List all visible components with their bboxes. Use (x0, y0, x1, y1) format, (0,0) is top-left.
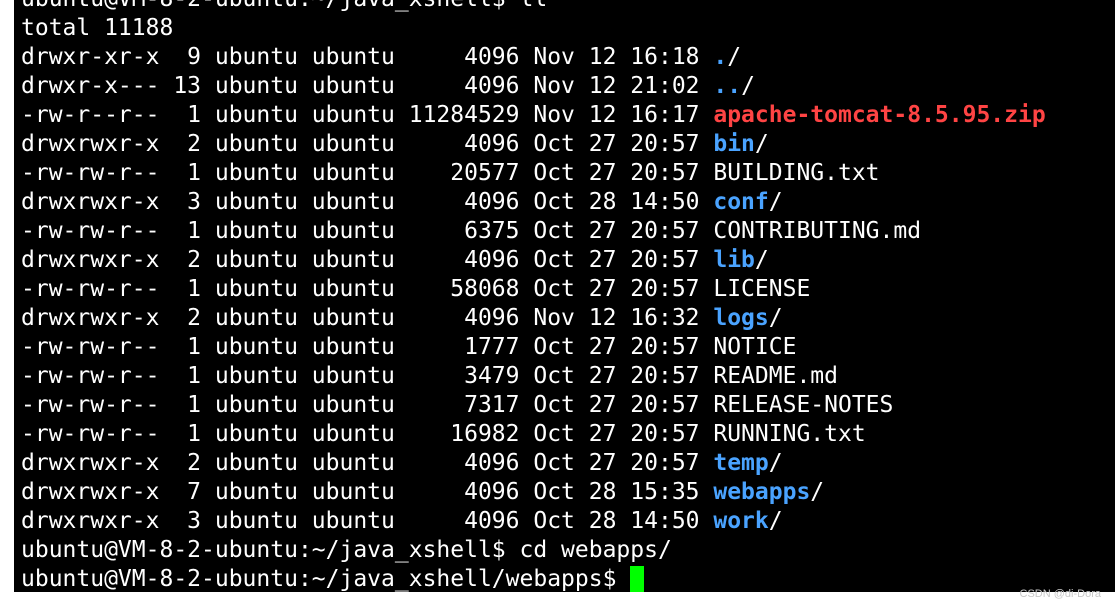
terminal-line: -rw-rw-r-- 1 ubuntu ubuntu 16982 Oct 27 … (21, 420, 1046, 449)
line-text: -rw-rw-r-- 1 ubuntu ubuntu 3479 Oct 27 2… (21, 363, 838, 389)
line-text: drwxr-x--- 13 ubuntu ubuntu 4096 Nov 12 … (21, 73, 714, 99)
line-text: -rw-r--r-- 1 ubuntu ubuntu 11284529 Nov … (21, 102, 714, 128)
line-text: drwxr-xr-x 9 ubuntu ubuntu 4096 Nov 12 1… (21, 44, 714, 70)
terminal-line: -rw-rw-r-- 1 ubuntu ubuntu 20577 Oct 27 … (21, 159, 1046, 188)
directory-name: bin (713, 131, 755, 157)
path-separator: / (727, 44, 742, 70)
path-separator: / (754, 131, 769, 157)
path-separator: / (768, 508, 783, 534)
line-text: drwxrwxr-x 7 ubuntu ubuntu 4096 Oct 28 1… (21, 479, 714, 505)
directory-name: . (713, 44, 728, 70)
line-text: ubuntu@VM-8-2-ubuntu:~/java_xshell/webap… (21, 566, 631, 592)
terminal-line: drwxrwxr-x 2 ubuntu ubuntu 4096 Oct 27 2… (21, 246, 1046, 275)
directory-name: work (713, 508, 769, 534)
line-text: drwxrwxr-x 3 ubuntu ubuntu 4096 Oct 28 1… (21, 189, 714, 215)
directory-name: webapps (713, 479, 811, 505)
path-separator: / (754, 247, 769, 273)
line-text: total 11188 (21, 15, 174, 41)
line-text: drwxrwxr-x 2 ubuntu ubuntu 4096 Oct 27 2… (21, 247, 714, 273)
directory-name: .. (713, 73, 742, 99)
archive-file-name: apache-tomcat-8.5.95.zip (713, 102, 1046, 128)
path-separator: / (768, 305, 783, 331)
terminal-line: -rw-rw-r-- 1 ubuntu ubuntu 7317 Oct 27 2… (21, 391, 1046, 420)
terminal-line: -rw-rw-r-- 1 ubuntu ubuntu 58068 Oct 27 … (21, 275, 1046, 304)
terminal-output: ubuntu@VM-8-2-ubuntu:~/java_xshell$ ll to… (21, 0, 1046, 592)
path-separator: / (768, 189, 783, 215)
terminal-line: drwxrwxr-x 2 ubuntu ubuntu 4096 Oct 27 2… (21, 449, 1046, 478)
directory-name: logs (713, 305, 769, 331)
directory-name: lib (713, 247, 755, 273)
line-text: drwxrwxr-x 3 ubuntu ubuntu 4096 Oct 28 1… (21, 508, 714, 534)
path-separator: / (810, 479, 825, 505)
line-text: ubuntu@VM-8-2-ubuntu:~/java_xshell$ cd w… (21, 537, 672, 563)
line-text: -rw-rw-r-- 1 ubuntu ubuntu 16982 Oct 27 … (21, 421, 866, 447)
terminal-prompt-line: ubuntu@VM-8-2-ubuntu:~/java_xshell/webap… (21, 565, 1046, 592)
terminal-line: drwxrwxr-x 3 ubuntu ubuntu 4096 Oct 28 1… (21, 188, 1046, 217)
line-text: -rw-rw-r-- 1 ubuntu ubuntu 1777 Oct 27 2… (21, 334, 797, 360)
terminal-line: drwxr-x--- 13 ubuntu ubuntu 4096 Nov 12 … (21, 72, 1046, 101)
terminal-window[interactable]: ubuntu@VM-8-2-ubuntu:~/java_xshell$ ll to… (14, 0, 1115, 592)
line-text: -rw-rw-r-- 1 ubuntu ubuntu 7317 Oct 27 2… (21, 392, 894, 418)
terminal-line: -rw-rw-r-- 1 ubuntu ubuntu 3479 Oct 27 2… (21, 362, 1046, 391)
terminal-cursor (630, 566, 645, 592)
line-text: drwxrwxr-x 2 ubuntu ubuntu 4096 Oct 27 2… (21, 450, 714, 476)
terminal-line: drwxrwxr-x 3 ubuntu ubuntu 4096 Oct 28 1… (21, 507, 1046, 536)
directory-name: conf (713, 189, 769, 215)
terminal-line: -rw-rw-r-- 1 ubuntu ubuntu 6375 Oct 27 2… (21, 217, 1046, 246)
line-text: -rw-rw-r-- 1 ubuntu ubuntu 20577 Oct 27 … (21, 160, 880, 186)
terminal-line: -rw-rw-r-- 1 ubuntu ubuntu 1777 Oct 27 2… (21, 333, 1046, 362)
line-text: -rw-rw-r-- 1 ubuntu ubuntu 6375 Oct 27 2… (21, 218, 922, 244)
line-text: drwxrwxr-x 2 ubuntu ubuntu 4096 Nov 12 1… (21, 305, 714, 331)
line-text: -rw-rw-r-- 1 ubuntu ubuntu 58068 Oct 27 … (21, 276, 811, 302)
screenshot-stage: ubuntu@VM-8-2-ubuntu:~/java_xshell$ ll to… (0, 0, 1115, 602)
terminal-line: drwxrwxr-x 2 ubuntu ubuntu 4096 Oct 27 2… (21, 130, 1046, 159)
path-separator: / (741, 73, 755, 99)
line-text: drwxrwxr-x 2 ubuntu ubuntu 4096 Oct 27 2… (21, 131, 714, 157)
terminal-line: total 11188 (21, 14, 1046, 43)
terminal-line: drwxr-xr-x 9 ubuntu ubuntu 4096 Nov 12 1… (21, 43, 1046, 72)
terminal-line: ubuntu@VM-8-2-ubuntu:~/java_xshell$ ll (21, 0, 1046, 14)
path-separator: / (768, 450, 783, 476)
terminal-line: drwxrwxr-x 2 ubuntu ubuntu 4096 Nov 12 1… (21, 304, 1046, 333)
terminal-line: ubuntu@VM-8-2-ubuntu:~/java_xshell$ cd w… (21, 536, 1046, 565)
watermark: CSDN @di-Dora (1019, 588, 1101, 600)
directory-name: temp (713, 450, 769, 476)
line-text: ubuntu@VM-8-2-ubuntu:~/java_xshell$ ll (21, 0, 547, 12)
terminal-line: drwxrwxr-x 7 ubuntu ubuntu 4096 Oct 28 1… (21, 478, 1046, 507)
terminal-line: -rw-r--r-- 1 ubuntu ubuntu 11284529 Nov … (21, 101, 1046, 130)
